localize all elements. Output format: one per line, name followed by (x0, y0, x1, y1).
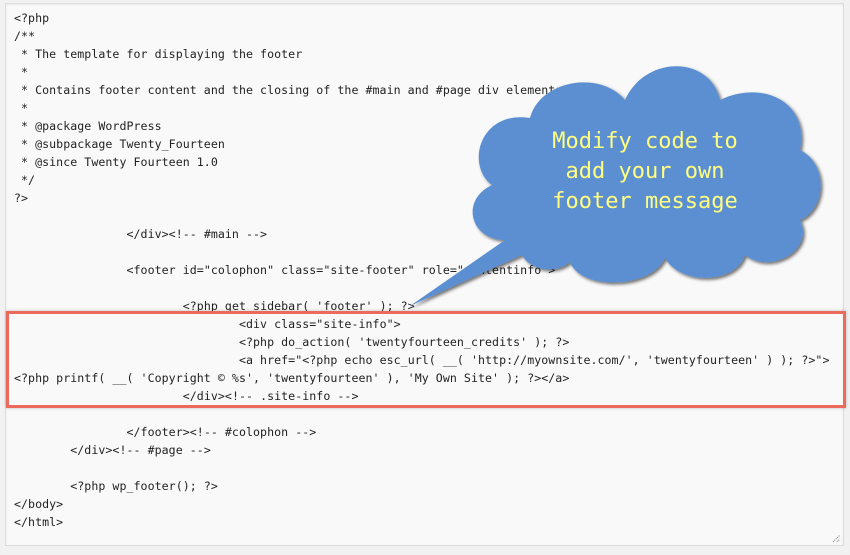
code-line: </div><!-- #page --> (14, 443, 211, 457)
code-line: </div><!-- .site-info --> (14, 389, 359, 403)
code-line: </footer><!-- #colophon --> (14, 425, 317, 439)
code-editor-textarea[interactable]: <?php /** * The template for displaying t… (5, 3, 844, 546)
code-line: * The template for displaying the footer (14, 47, 303, 61)
code-line: ?> (14, 191, 29, 205)
code-line: * (14, 101, 29, 115)
code-line: * Contains footer content and the closin… (14, 83, 563, 97)
code-line: * @package WordPress (14, 119, 162, 133)
code-line: * @subpackage Twenty_Fourteen (14, 137, 225, 151)
code-line: */ (14, 173, 36, 187)
code-line: <?php do_action( 'twentyfourteen_credits… (14, 335, 570, 349)
code-line: <?php get_sidebar( 'footer' ); ?> (14, 299, 415, 313)
code-line: <div class="site-info"> (14, 317, 401, 331)
code-line: * (14, 65, 29, 79)
code-content: <?php /** * The template for displaying t… (14, 9, 830, 531)
code-line: <footer id="colophon" class="site-footer… (14, 263, 556, 277)
code-line: <a href="<?php echo esc_url( __( 'http:/… (14, 353, 830, 367)
code-line: <?php printf( __( 'Copyright © %s', 'twe… (14, 371, 570, 385)
code-line: <?php wp_footer(); ?> (14, 479, 218, 493)
code-line: </html> (14, 515, 64, 529)
code-line: <?php (14, 11, 50, 25)
code-line: </body> (14, 497, 64, 511)
code-line: /** (14, 29, 36, 43)
code-line: * @since Twenty Fourteen 1.0 (14, 155, 218, 169)
code-line: </div><!-- #main --> (14, 227, 268, 241)
resize-handle-icon[interactable] (832, 534, 841, 543)
